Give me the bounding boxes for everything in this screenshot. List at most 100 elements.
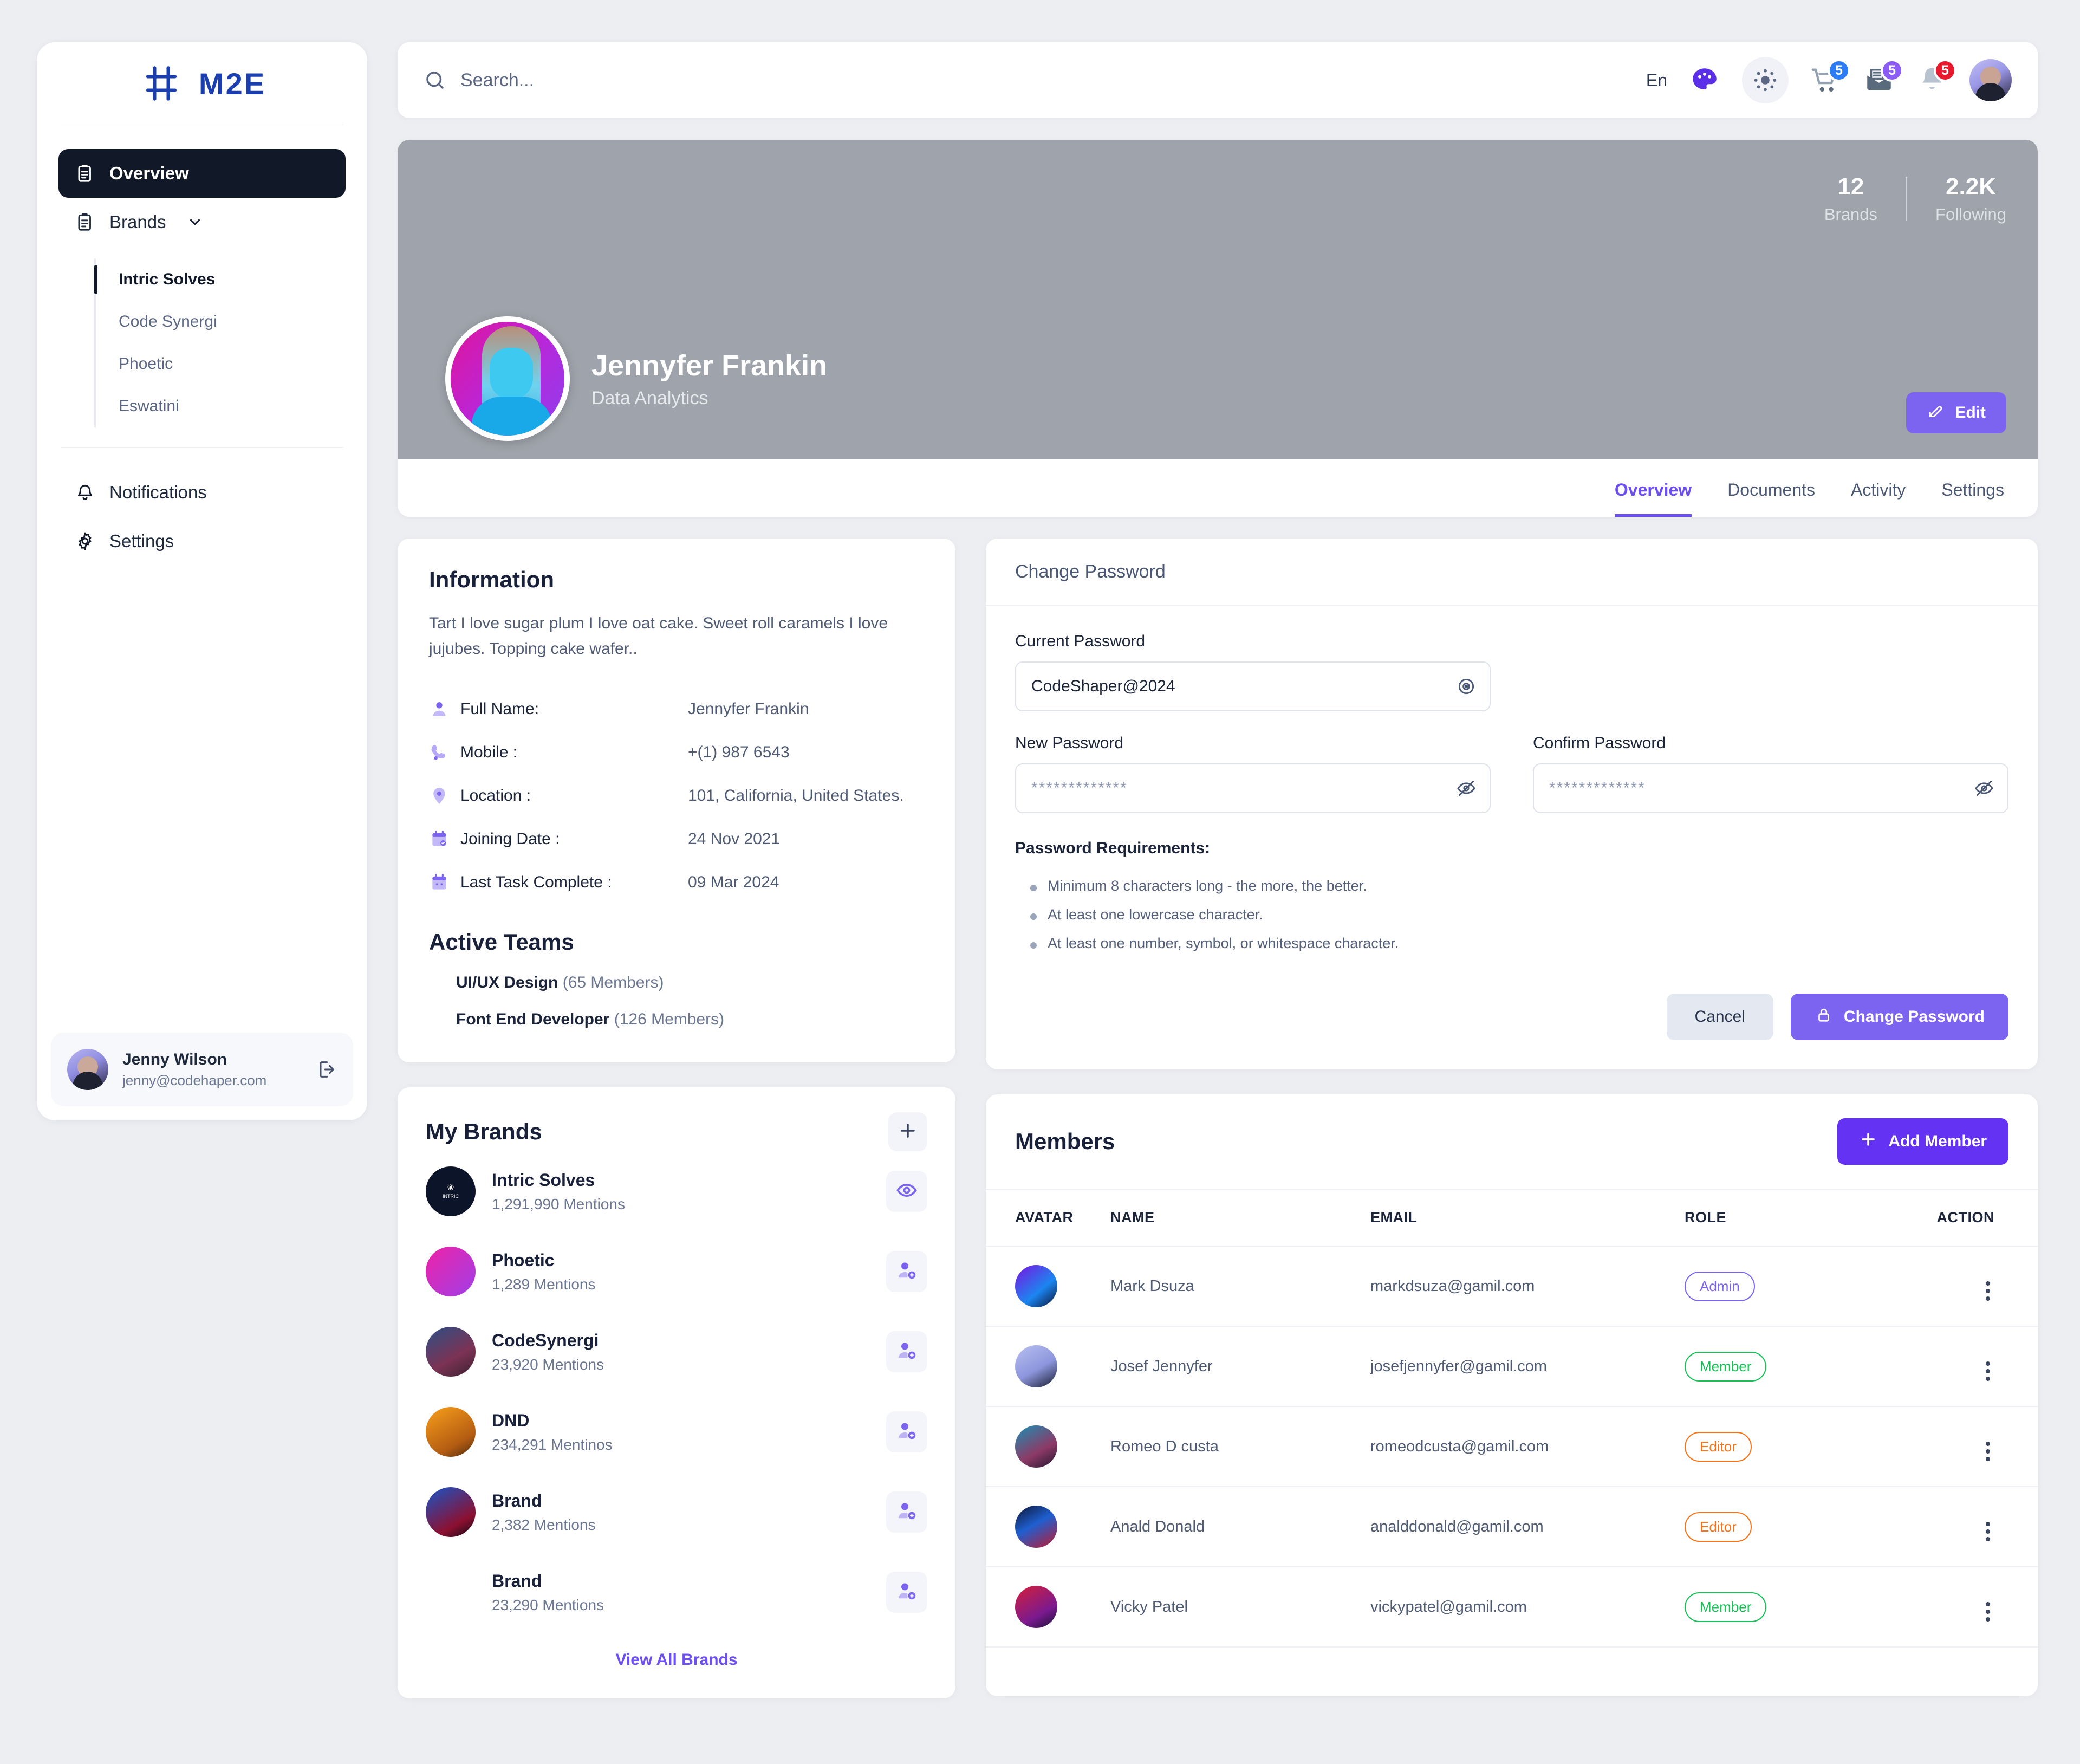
sidebar-item-intric-solves[interactable]: Intric Solves (94, 258, 346, 301)
members-title: Members (1015, 1129, 1115, 1154)
confirm-password-input[interactable] (1533, 763, 2008, 813)
brand-mentions: 23,920 Mentions (492, 1356, 604, 1373)
information-title: Information (429, 567, 554, 592)
table-row[interactable]: Vicky Patel vickypatel@gamil.com Member (986, 1567, 2038, 1648)
sidebar-item-brands[interactable]: Brands (58, 198, 346, 247)
page-title: Jennyfer Frankin (592, 349, 828, 382)
bullet-icon (1030, 885, 1037, 891)
brand-mentions: 1,291,990 Mentions (492, 1195, 625, 1212)
change-password-header: Change Password (986, 539, 2038, 606)
tab-activity[interactable]: Activity (1851, 480, 1906, 517)
member-email: analddonald@gamil.com (1370, 1487, 1685, 1567)
plus-icon (1859, 1130, 1877, 1153)
sidebar-user-card[interactable]: Jenny Wilson jenny@codehaper.com (51, 1033, 353, 1106)
info-value: Jennyfer Frankin (688, 700, 809, 718)
clipboard-icon (75, 163, 95, 184)
table-row[interactable]: Mark Dsuza markdsuza@gamil.com Admin (986, 1246, 2038, 1327)
my-brands-card: My Brands ❀ INTRIC Intric Solves 1,291,9… (398, 1087, 955, 1698)
theme-toggle-button[interactable] (1742, 57, 1789, 103)
list-item[interactable]: Phoetic 1,289 Mentions (426, 1231, 927, 1312)
show-password-icon[interactable] (1456, 676, 1477, 697)
cancel-button[interactable]: Cancel (1666, 994, 1773, 1040)
brand-avatar (426, 1247, 476, 1296)
sidebar-item-settings[interactable]: Settings (58, 517, 346, 566)
status-badge: Editor (1685, 1512, 1752, 1542)
avatar[interactable] (1969, 59, 2012, 101)
list-item[interactable]: Brand 23,290 Mentions (426, 1552, 927, 1632)
search-box[interactable] (424, 69, 1630, 92)
edit-profile-button[interactable]: Edit (1906, 392, 2006, 433)
add-member-to-brand-button[interactable] (886, 1331, 927, 1372)
list-item[interactable]: DND 234,291 Mentinos (426, 1392, 927, 1472)
add-member-to-brand-button[interactable] (886, 1411, 927, 1452)
tab-overview[interactable]: Overview (1614, 480, 1692, 517)
current-password-input[interactable] (1015, 662, 1491, 711)
content-grid: Information Tart I love sugar plum I lov… (398, 539, 2038, 1698)
row-menu-button[interactable] (1986, 1521, 1990, 1541)
list-item[interactable]: ❀ INTRIC Intric Solves 1,291,990 Mentions (426, 1151, 927, 1231)
brand-name: Phoetic (492, 1250, 555, 1270)
list-item[interactable]: Brand 2,382 Mentions (426, 1472, 927, 1552)
table-row[interactable]: Romeo D custa romeodcusta@gamil.com Edit… (986, 1406, 2038, 1487)
add-brand-button[interactable] (888, 1112, 927, 1151)
row-menu-button[interactable] (1986, 1281, 1990, 1301)
app-logo[interactable]: M2E (37, 42, 367, 125)
row-menu-button[interactable] (1986, 1441, 1990, 1461)
bullet-icon (1030, 942, 1037, 949)
information-description: Tart I love sugar plum I love oat cake. … (429, 614, 888, 658)
tab-settings[interactable]: Settings (1941, 480, 2004, 517)
view-all-brands-link[interactable]: View All Brands (426, 1651, 927, 1669)
column-header-name: NAME (1110, 1189, 1370, 1247)
mail-icon[interactable]: 5 (1863, 59, 1903, 96)
column-header-avatar: AVATAR (986, 1189, 1110, 1247)
member-role-cell: Editor (1685, 1406, 1890, 1487)
sidebar-item-eswatini[interactable]: Eswatini (96, 385, 346, 427)
table-row[interactable]: Josef Jennyfer josefjennyfer@gamil.com M… (986, 1326, 2038, 1407)
add-member-button[interactable]: Add Member (1837, 1118, 2008, 1165)
hide-password-icon[interactable] (1456, 778, 1477, 799)
info-label: Location : (460, 787, 531, 805)
stat-following: 2.2K Following (1935, 173, 2006, 224)
sidebar-item-overview[interactable]: Overview (58, 149, 346, 198)
logout-icon[interactable] (315, 1059, 337, 1080)
member-name: Anald Donald (1110, 1487, 1370, 1567)
new-password-input[interactable] (1015, 763, 1491, 813)
stat-value: 12 (1837, 173, 1864, 200)
add-member-to-brand-button[interactable] (886, 1251, 927, 1292)
sidebar-item-phoetic[interactable]: Phoetic (96, 343, 346, 385)
search-icon (424, 69, 446, 92)
add-member-to-brand-button[interactable] (886, 1491, 927, 1533)
view-brand-button[interactable] (886, 1171, 927, 1212)
members-header: Members Add Member (986, 1094, 2038, 1189)
member-avatar-cell (986, 1246, 1110, 1327)
table-row[interactable]: Anald Donald analddonald@gamil.com Edito… (986, 1487, 2038, 1567)
language-selector[interactable]: En (1646, 70, 1667, 90)
member-action-cell (1890, 1406, 2038, 1487)
sidebar-item-code-synergi[interactable]: Code Synergi (96, 301, 346, 343)
add-member-to-brand-button[interactable] (886, 1572, 927, 1613)
hide-password-icon[interactable] (1974, 778, 1994, 799)
row-menu-button[interactable] (1986, 1361, 1990, 1381)
tab-documents[interactable]: Documents (1727, 480, 1815, 517)
sidebar-item-notifications[interactable]: Notifications (58, 468, 346, 517)
bell-icon[interactable]: 5 (1916, 59, 1956, 96)
password-requirements-list: Minimum 8 characters long - the more, th… (1015, 872, 2008, 958)
confirm-password-field[interactable] (1533, 763, 2008, 813)
app-logo-text: M2E (198, 66, 266, 101)
current-password-label: Current Password (1015, 632, 1146, 650)
member-email: romeodcusta@gamil.com (1370, 1406, 1685, 1487)
list-item[interactable]: CodeSynergi 23,920 Mentions (426, 1312, 927, 1392)
eye-icon (895, 1179, 918, 1204)
member-action-cell (1890, 1487, 2038, 1567)
row-menu-button[interactable] (1986, 1601, 1990, 1622)
stat-divider (1906, 177, 1908, 221)
search-input[interactable] (460, 69, 1630, 91)
new-password-field[interactable] (1015, 763, 1491, 813)
tab-label: Activity (1851, 480, 1906, 500)
change-password-button[interactable]: Change Password (1790, 994, 2008, 1040)
member-avatar-cell (986, 1567, 1110, 1648)
current-password-field[interactable] (1015, 662, 1491, 711)
phone-icon (429, 742, 450, 763)
palette-icon[interactable] (1689, 64, 1720, 96)
cart-icon[interactable]: 5 (1810, 59, 1850, 96)
